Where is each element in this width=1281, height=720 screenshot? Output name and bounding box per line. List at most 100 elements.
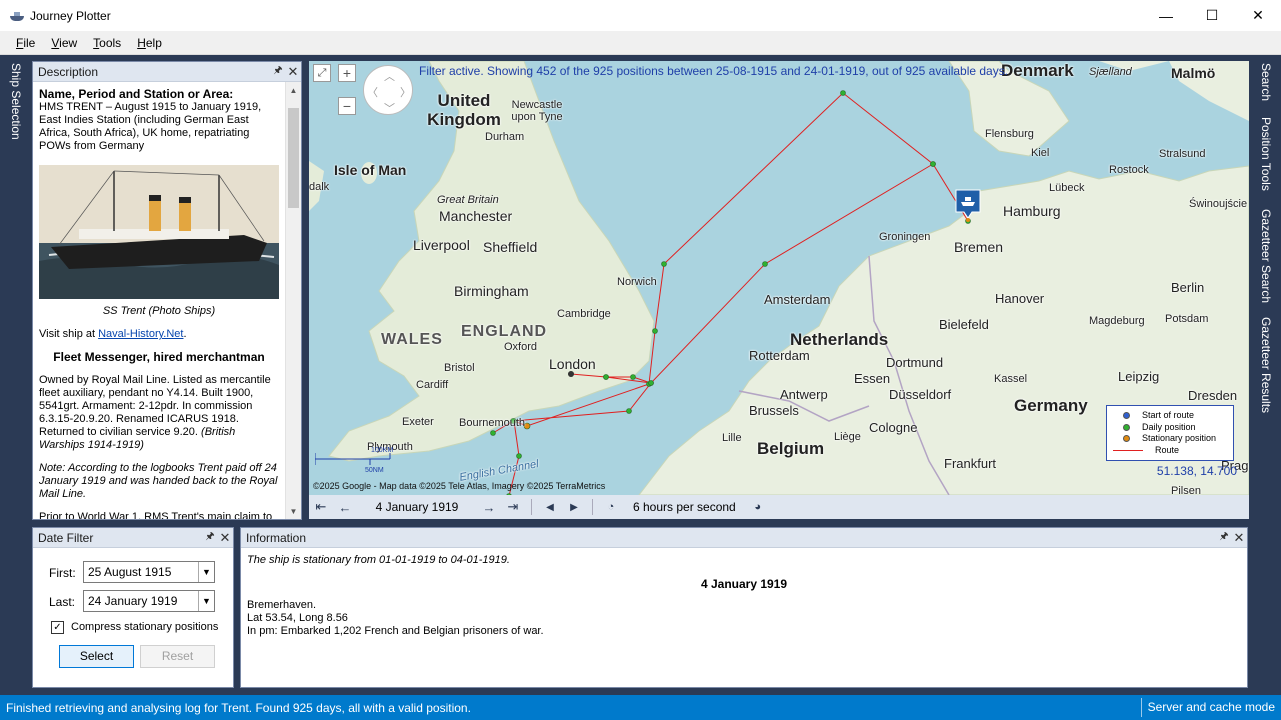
close-window-button[interactable]: ✕ xyxy=(1235,0,1281,31)
menu-file[interactable]: File xyxy=(8,36,43,50)
legend-route: Route xyxy=(1113,444,1233,457)
label-magdeburg: Magdeburg xyxy=(1089,315,1145,327)
name-heading: Name, Period and Station or Area: xyxy=(39,87,234,101)
map-view[interactable]: Denmark Sjælland Malmö United Kingdom Ne… xyxy=(309,61,1249,495)
tab-gazetteer-search[interactable]: Gazetteer Search xyxy=(1259,209,1273,303)
label-pilsen: Pilsen xyxy=(1171,485,1201,495)
maximize-button[interactable]: ☐ xyxy=(1189,0,1235,31)
tab-search[interactable]: Search xyxy=(1259,63,1273,101)
chevron-down-icon[interactable]: ▼ xyxy=(198,591,214,611)
label-london: London xyxy=(549,356,596,372)
chevron-down-icon[interactable]: ▼ xyxy=(198,562,214,582)
route-position-dot[interactable] xyxy=(630,374,636,380)
pan-control[interactable]: ︿ ﹀ 〈 〉 xyxy=(363,65,413,115)
legend-daily-label: Daily position xyxy=(1142,421,1196,432)
speed-up-icon[interactable]: ◕ xyxy=(746,501,770,513)
ship-marker-icon[interactable] xyxy=(954,188,982,222)
pan-right-icon[interactable]: 〉 xyxy=(400,84,411,100)
map-legend: Start of route Daily position Stationary… xyxy=(1106,405,1234,461)
route-position-dot[interactable] xyxy=(762,261,768,267)
play-forward-icon[interactable]: ▶ xyxy=(562,502,586,513)
tab-position-tools[interactable]: Position Tools xyxy=(1259,117,1273,191)
legend-stationary-label: Stationary position xyxy=(1142,433,1217,443)
label-hanover: Hanover xyxy=(995,291,1045,306)
route-position-dot[interactable] xyxy=(648,380,654,386)
route-position-dot[interactable] xyxy=(603,374,609,380)
description-scrollbar[interactable]: ▲ ▼ xyxy=(285,82,301,519)
pin-icon[interactable]: 🖈 xyxy=(271,63,285,80)
label-birmingham: Birmingham xyxy=(454,283,529,299)
label-isle-of-man: Isle of Man xyxy=(334,162,407,178)
scroll-down-icon[interactable]: ▼ xyxy=(286,503,301,519)
close-icon[interactable]: ✕ xyxy=(285,64,301,80)
pan-up-icon[interactable]: ︿ xyxy=(384,68,395,84)
route-position-dot[interactable] xyxy=(626,408,632,414)
label-dalk: dalk xyxy=(309,181,330,193)
label-kiel: Kiel xyxy=(1031,147,1050,159)
scroll-up-icon[interactable]: ▲ xyxy=(286,82,301,98)
menu-view[interactable]: View xyxy=(43,36,85,50)
close-icon[interactable]: ✕ xyxy=(217,530,233,546)
tab-ship-selection[interactable]: Ship Selection xyxy=(9,63,23,140)
legend-daily: Daily position xyxy=(1123,422,1233,434)
zoom-out-button[interactable]: − xyxy=(338,97,356,115)
last-date-select[interactable]: 24 January 1919 ▼ xyxy=(83,590,215,612)
ship-app-icon xyxy=(10,11,24,21)
label-antwerp: Antwerp xyxy=(780,387,828,402)
label-durham: Durham xyxy=(485,131,525,143)
play-backward-icon[interactable]: ◀ xyxy=(538,502,562,513)
compress-checkbox[interactable]: ✓ xyxy=(51,621,64,634)
legend-route-label: Route xyxy=(1155,444,1180,455)
naval-history-link[interactable]: Naval-History.Net xyxy=(98,328,183,340)
pin-icon[interactable]: 🖈 xyxy=(1217,529,1231,546)
menu-tools[interactable]: Tools xyxy=(85,36,129,50)
select-button[interactable]: Select xyxy=(59,645,134,668)
route-position-dot[interactable] xyxy=(652,328,658,334)
label-groningen: Groningen xyxy=(879,231,931,243)
visit-prefix: Visit ship at xyxy=(39,328,99,340)
status-bar: Finished retrieving and analysing log fo… xyxy=(0,695,1281,720)
label-kassel: Kassel xyxy=(994,373,1028,385)
right-dock-tabs: Search Position Tools Gazetteer Search G… xyxy=(1251,55,1281,695)
pin-icon[interactable]: 🖈 xyxy=(203,529,217,546)
step-forward-icon[interactable]: → xyxy=(477,500,501,515)
label-essen: Essen xyxy=(854,371,891,386)
scroll-thumb[interactable] xyxy=(288,108,299,208)
label-manchester: Manchester xyxy=(439,208,513,224)
scale-nm: 50NM xyxy=(365,467,384,474)
label-stralsund: Stralsund xyxy=(1159,148,1206,160)
tab-gazetteer-results[interactable]: Gazetteer Results xyxy=(1259,317,1273,413)
window-title: Journey Plotter xyxy=(30,8,111,23)
playback-speed: 6 hours per second xyxy=(633,500,736,514)
minimize-button[interactable]: — xyxy=(1143,0,1189,31)
first-date-select[interactable]: 25 August 1915 ▼ xyxy=(83,561,215,583)
menu-help[interactable]: Help xyxy=(129,36,170,50)
reset-button[interactable]: Reset xyxy=(140,645,215,668)
skip-to-end-icon[interactable]: ⇥ xyxy=(501,499,525,515)
left-dock-tabs: Ship Selection xyxy=(0,55,30,695)
skip-to-start-icon[interactable]: ⇤ xyxy=(309,499,333,515)
label-lille: Lille xyxy=(722,432,742,444)
route-position-dot[interactable] xyxy=(516,453,522,459)
label-lubeck: Lübeck xyxy=(1049,182,1085,194)
pan-left-icon[interactable]: 〈 xyxy=(367,84,378,100)
route-position-dot[interactable] xyxy=(661,261,667,267)
route-position-dot[interactable] xyxy=(930,161,936,167)
label-cambridge: Cambridge xyxy=(557,308,611,320)
close-icon[interactable]: ✕ xyxy=(1231,530,1247,546)
label-norwich: Norwich xyxy=(617,276,657,288)
label-bremen: Bremen xyxy=(954,239,1004,255)
pan-down-icon[interactable]: ﹀ xyxy=(384,100,395,116)
zoom-in-button[interactable]: + xyxy=(338,64,356,82)
label-great-britain: Great Britain xyxy=(437,194,499,206)
label-potsdam: Potsdam xyxy=(1165,313,1209,325)
ship-photo xyxy=(39,165,279,299)
route-position-dot[interactable] xyxy=(840,90,846,96)
note-text: Note: According to the logbooks Trent pa… xyxy=(39,462,278,500)
menu-bar: File View Tools Help xyxy=(0,31,1281,55)
route-position-dot[interactable] xyxy=(490,430,496,436)
fit-map-icon[interactable]: ⤢ xyxy=(313,64,331,82)
speed-down-icon[interactable]: ◔ xyxy=(599,501,623,513)
step-back-icon[interactable]: ← xyxy=(333,500,357,515)
label-bristol: Bristol xyxy=(444,362,475,374)
